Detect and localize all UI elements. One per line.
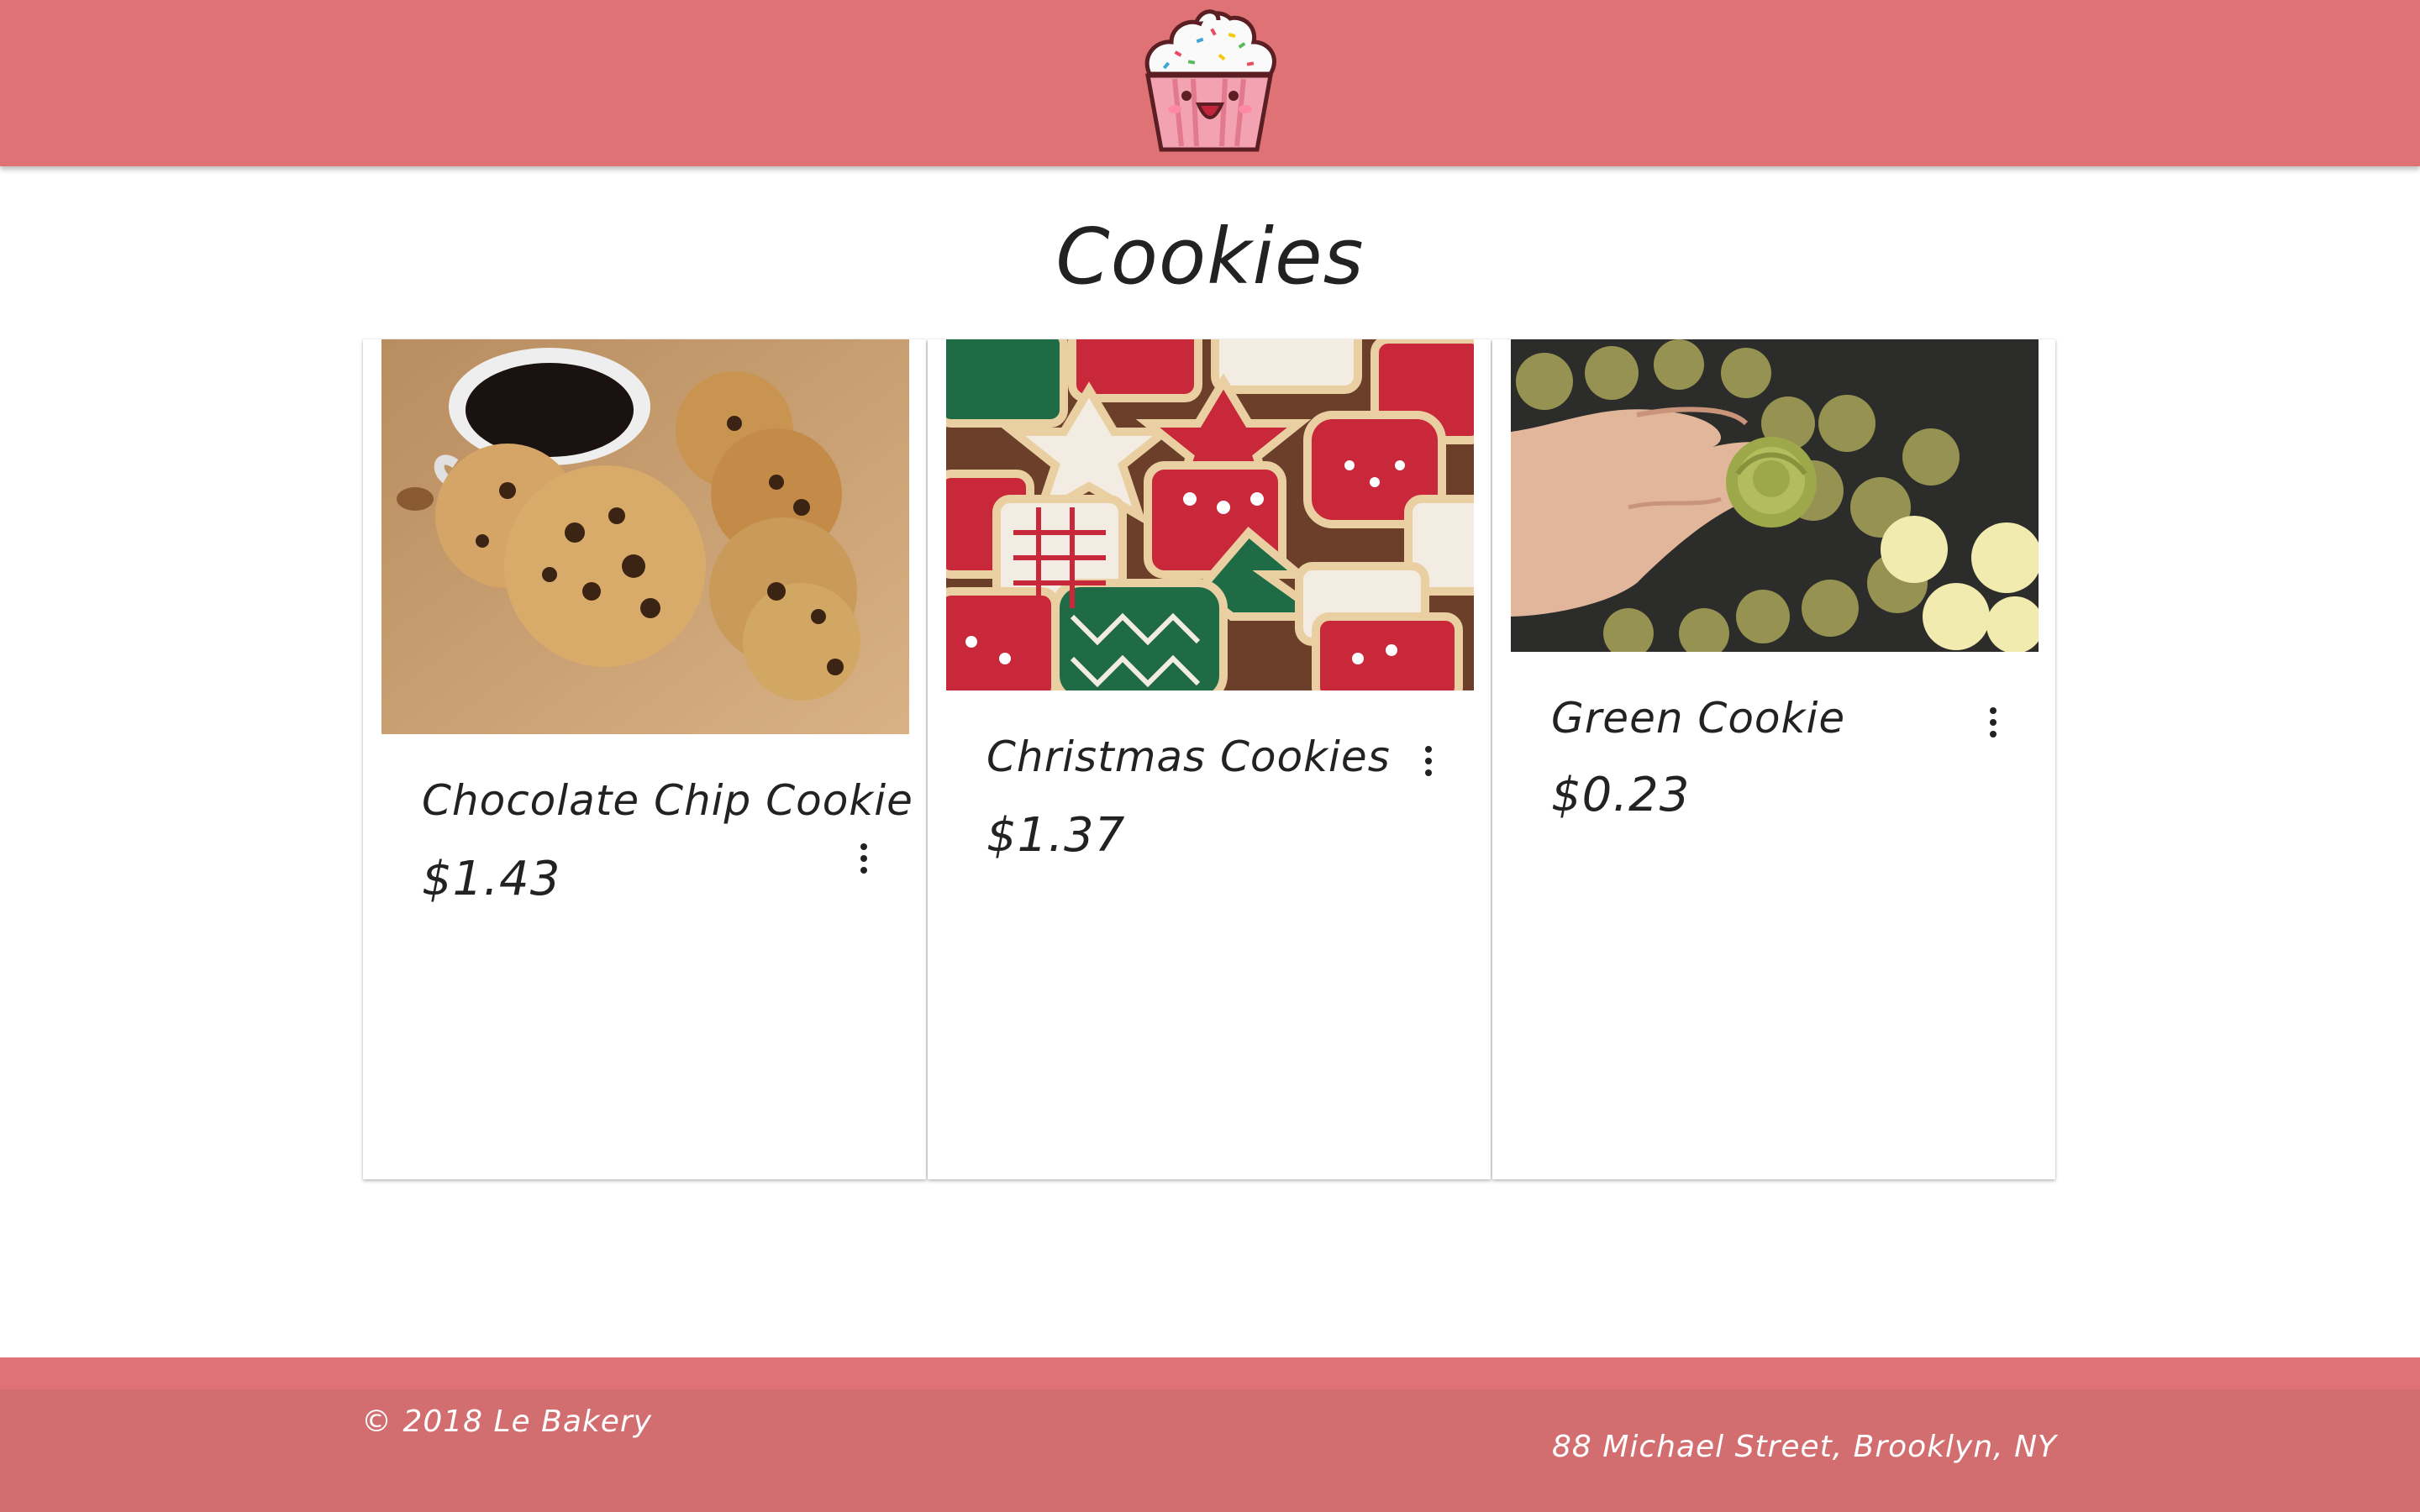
product-price: $1.37 (986, 808, 1126, 863)
product-grid: Chocolate Chip Cookie $1.43 Christmas Co… (363, 339, 2057, 1179)
product-price: $0.23 (1551, 768, 1691, 822)
product-card[interactable]: Green Cookie $0.23 (1492, 339, 2055, 1179)
cupcake-logo[interactable] (1138, 5, 1282, 156)
product-image (946, 339, 1474, 690)
more-vert-icon[interactable] (1412, 741, 1445, 781)
more-vert-icon[interactable] (1976, 702, 2010, 743)
address-text: 88 Michael Street, Brooklyn, NY (1552, 1430, 2057, 1464)
app-header (0, 0, 2420, 166)
product-card[interactable]: Christmas Cookies $1.37 (928, 339, 1491, 1179)
copyright-text: © 2018 Le Bakery (361, 1404, 653, 1439)
product-image (381, 339, 909, 734)
product-name: Christmas Cookies (986, 732, 1391, 781)
more-vert-icon[interactable] (847, 838, 881, 879)
page-title: Cookies (1055, 212, 1365, 302)
product-price: $1.43 (422, 852, 561, 906)
product-image (1511, 339, 2039, 652)
product-card[interactable]: Chocolate Chip Cookie $1.43 (363, 339, 926, 1179)
footer-accent-bar (0, 1357, 2420, 1389)
product-name: Green Cookie (1551, 694, 1846, 743)
product-name: Chocolate Chip Cookie (422, 776, 913, 825)
